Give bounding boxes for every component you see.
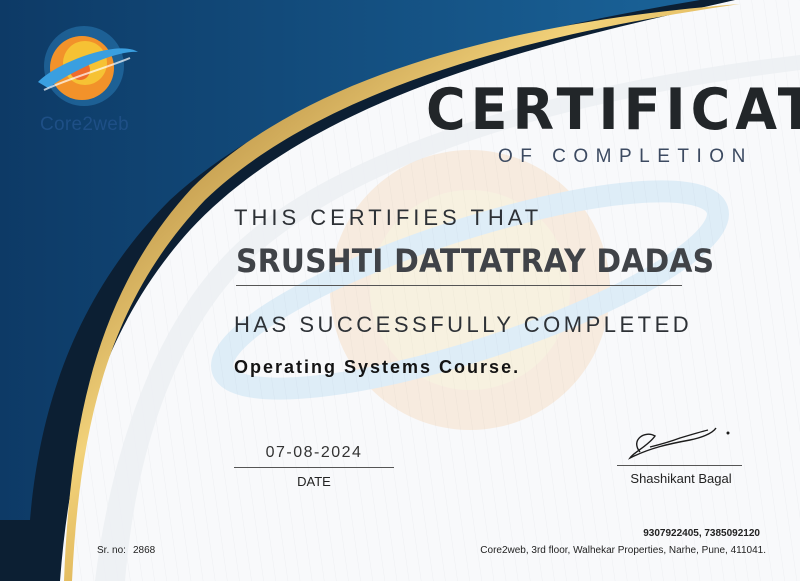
serial-label: Sr. no: [97, 545, 126, 556]
date-value: 07-08-2024 [265, 444, 363, 461]
serial-number: 2868 [133, 545, 156, 556]
certificate-title: CERTIFICATE [426, 76, 800, 143]
date-label: DATE [297, 474, 331, 489]
date-underline [234, 467, 394, 468]
contact-phones: 9307922405, 7385092120 [643, 528, 760, 539]
recipient-underline [236, 285, 682, 286]
signatory-name: Shashikant Bagal [630, 471, 732, 486]
certificate: Core2web CERTIFICATE OF COMPLETION THIS … [0, 0, 800, 581]
certificate-subtitle: OF COMPLETION [498, 146, 753, 167]
brand-name: Core2web [40, 114, 130, 135]
contact-address: Core2web, 3rd floor, Walhekar Properties… [480, 545, 766, 556]
completed-text: HAS SUCCESSFULLY COMPLETED [234, 312, 693, 337]
signature-underline [617, 465, 742, 466]
course-name: Operating Systems Course. [234, 357, 521, 377]
certifies-text: THIS CERTIFIES THAT [234, 205, 543, 230]
recipient-name: SRUSHTI DATTATRAY DADAS [236, 242, 715, 280]
